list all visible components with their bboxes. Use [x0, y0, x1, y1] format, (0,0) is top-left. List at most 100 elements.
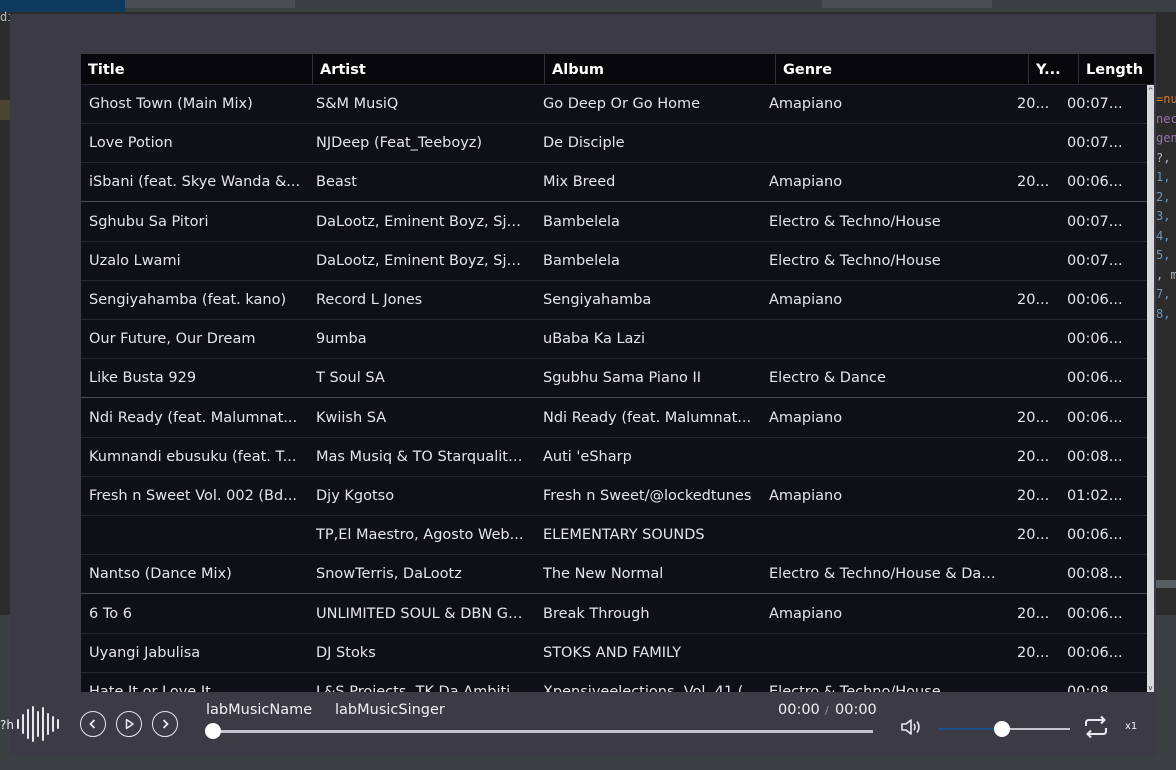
- ide-line-marker: [0, 100, 10, 120]
- cell-album: uBaba Ka Lazi: [543, 331, 646, 348]
- table-scrollbar[interactable]: ^ v: [1147, 85, 1154, 692]
- cell-artist: Mas Musiq & TO Starquality...: [316, 448, 526, 465]
- scroll-down-icon[interactable]: v: [1147, 684, 1154, 692]
- table-row[interactable]: Hate It or Love It L&S Projects, TK Da Am…: [81, 673, 1147, 692]
- table-row[interactable]: Sghubu Sa Pitori DaLootz, Eminent Boyz, S…: [81, 203, 1147, 242]
- cell-artist: Kwiish SA: [316, 409, 387, 426]
- cell-album: Ndi Ready (feat. Malumnat...: [543, 409, 752, 426]
- cell-genre: Amapiano: [769, 292, 843, 308]
- time-current: 00:00: [778, 702, 820, 718]
- cell-album: Mix Breed: [543, 174, 616, 191]
- cell-title: Hate It or Love It: [89, 684, 211, 692]
- ide-code-line: 7,: [1156, 287, 1171, 301]
- cell-length: 00:08...: [1067, 566, 1123, 583]
- column-header-title[interactable]: Title: [81, 54, 313, 85]
- volume-icon[interactable]: [900, 718, 922, 736]
- cell-title: [89, 516, 304, 555]
- cell-year: [1017, 359, 1057, 398]
- column-header-length[interactable]: Length: [1079, 54, 1154, 85]
- repeat-icon[interactable]: [1082, 715, 1110, 739]
- play-button[interactable]: [116, 711, 142, 737]
- cell-artist: S&M MusiQ: [316, 96, 399, 112]
- cell-year: [1017, 242, 1057, 281]
- cell-length: 00:06...: [1067, 331, 1123, 348]
- chevron-left-icon: [89, 719, 96, 729]
- table-row[interactable]: Ndi Ready (feat. Malumnat... Kwiish SA Ndi…: [81, 399, 1147, 438]
- cell-title: 6 To 6: [89, 605, 132, 622]
- cell-artist: 9umba: [316, 331, 367, 348]
- cell-length: 00:06...: [1067, 644, 1123, 661]
- table-row[interactable]: Uzalo Lwami DaLootz, Eminent Boyz, Sja...…: [81, 242, 1147, 281]
- ide-code-line: =nu: [1156, 92, 1176, 106]
- cell-title: Uzalo Lwami: [89, 252, 181, 269]
- cell-length: 00:06...: [1067, 409, 1123, 426]
- progress-handle[interactable]: [205, 723, 221, 739]
- cell-genre: Electro & Techno/House & Dan...: [769, 566, 1004, 583]
- music-player-window: Title Artist Album Genre Y... Length Gho…: [0, 14, 1156, 756]
- table-row[interactable]: iSbani (feat. Skye Wanda &... Beast Mix Br…: [81, 163, 1147, 203]
- table-row[interactable]: Ghost Town (Main Mix) S&M MusiQ Go Deep Or…: [81, 85, 1147, 124]
- previous-button[interactable]: [80, 711, 106, 737]
- cell-length: 00:07...: [1067, 135, 1123, 152]
- volume-handle[interactable]: [994, 721, 1010, 737]
- time-total: 00:00: [835, 702, 877, 718]
- cell-genre: Amapiano: [769, 96, 843, 112]
- cell-album: Auti 'eSharp: [543, 448, 632, 465]
- ide-code-line: 3,: [1156, 209, 1171, 223]
- cell-artist: Djy Kgotso: [316, 488, 395, 504]
- table-row[interactable]: Kumnandi ebusuku (feat. T... Mas Musiq & …: [81, 438, 1147, 477]
- cell-length: 00:06...: [1067, 527, 1123, 544]
- ide-code-line: , m: [1156, 267, 1176, 282]
- cell-title: Nantso (Dance Mix): [89, 566, 232, 583]
- table-row[interactable]: Sengiyahamba (feat. kano) Record L Jones S…: [81, 281, 1147, 320]
- next-button[interactable]: [152, 711, 178, 737]
- cell-length: 00:07...: [1067, 213, 1123, 230]
- progress-slider[interactable]: [213, 730, 873, 733]
- cell-title: Sghubu Sa Pitori: [89, 213, 209, 230]
- ide-tab: [822, 0, 992, 8]
- cell-artist: DaLootz, Eminent Boyz, Sja...: [316, 213, 526, 230]
- playback-speed[interactable]: x1: [1125, 721, 1137, 732]
- cell-year: 20...: [1017, 605, 1050, 622]
- column-header-album[interactable]: Album: [545, 54, 776, 85]
- table-row[interactable]: Fresh n Sweet Vol. 002 (Bd... Djy Kgotso F…: [81, 477, 1147, 516]
- table-row[interactable]: Love Potion NJDeep (Feat_Teeboyz) De Disci…: [81, 124, 1147, 164]
- cell-title: Kumnandi ebusuku (feat. T...: [89, 448, 297, 465]
- cell-artist: DJ Stoks: [316, 644, 376, 661]
- cell-genre: [769, 634, 1004, 673]
- cell-album: Bambelela: [543, 213, 620, 230]
- ide-code-line: nect: [1156, 111, 1176, 126]
- cell-artist: L&S Projects, TK Da Ambition: [316, 684, 526, 692]
- column-header-year[interactable]: Y...: [1029, 54, 1079, 85]
- cell-genre: Electro & Techno/House: [769, 213, 941, 230]
- ide-code-line: 2,: [1156, 189, 1171, 204]
- ide-code-line: 8,: [1156, 306, 1171, 321]
- cell-year: 20...: [1017, 644, 1050, 661]
- table-row[interactable]: Like Busta 929 T Soul SA Sgubhu Sama Piano…: [81, 359, 1147, 399]
- cell-year: 20...: [1017, 409, 1050, 426]
- cell-year: 20...: [1017, 174, 1050, 191]
- ide-tab: [125, 0, 295, 8]
- table-row[interactable]: Our Future, Our Dream 9umba uBaba Ka Lazi 0…: [81, 320, 1147, 360]
- cell-year: [1017, 203, 1057, 242]
- cell-title: iSbani (feat. Skye Wanda &...: [89, 174, 301, 191]
- cell-year: [1017, 673, 1057, 692]
- cell-album: Fresh n Sweet/@lockedtunes: [543, 488, 752, 504]
- cell-artist: T Soul SA: [316, 370, 385, 387]
- cell-title: Fresh n Sweet Vol. 002 (Bd...: [89, 488, 298, 504]
- scroll-up-icon[interactable]: ^: [1147, 87, 1154, 95]
- table-row[interactable]: Nantso (Dance Mix) SnowTerris, DaLootz The…: [81, 555, 1147, 595]
- chevron-right-icon: [162, 719, 169, 729]
- cell-genre: Amapiano: [769, 174, 843, 191]
- table-body: Ghost Town (Main Mix) S&M MusiQ Go Deep Or…: [81, 85, 1147, 692]
- table-row[interactable]: TP,El Maestro, Agosto Web... ELEMENTARY S…: [81, 516, 1147, 556]
- table-row[interactable]: 6 To 6 UNLIMITED SOUL & DBN Go... Break Th…: [81, 595, 1147, 634]
- cell-year: 20...: [1017, 527, 1050, 544]
- column-header-genre[interactable]: Genre: [776, 54, 1029, 85]
- table-row[interactable]: Uyangi Jabulisa DJ Stoks STOKS AND FAMILY 2…: [81, 634, 1147, 673]
- column-header-artist[interactable]: Artist: [313, 54, 545, 85]
- cell-year: 20...: [1017, 292, 1050, 308]
- cell-album: ELEMENTARY SOUNDS: [543, 527, 705, 544]
- cell-genre: [769, 516, 1004, 555]
- cell-artist: SnowTerris, DaLootz: [316, 566, 462, 583]
